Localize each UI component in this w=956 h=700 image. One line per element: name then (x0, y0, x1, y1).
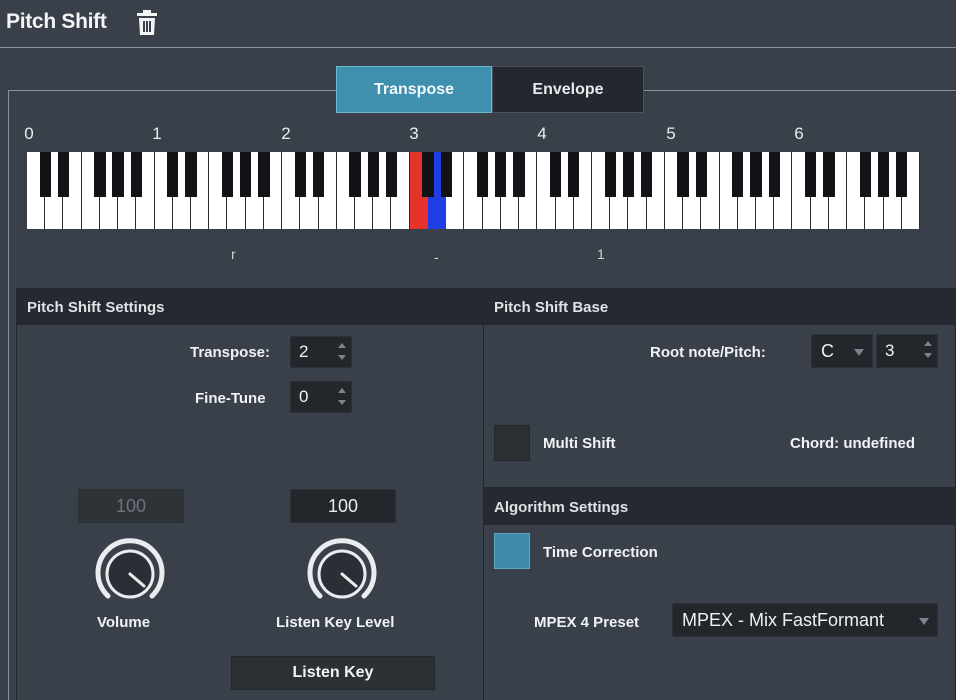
stepper-arrows-icon[interactable] (336, 386, 348, 410)
octave-label: 0 (24, 124, 34, 143)
root-note-value: C (821, 340, 834, 361)
piano-black-key[interactable] (805, 152, 817, 197)
transpose-label: Transpose: (190, 344, 271, 361)
time-correction-label: Time Correction (543, 544, 658, 561)
piano-black-key[interactable] (568, 152, 580, 197)
piano-black-key[interactable] (258, 152, 270, 197)
volume-label: Volume (97, 614, 151, 631)
multi-shift-label: Multi Shift (543, 435, 616, 452)
panel-title: Pitch Shift Base (484, 289, 955, 325)
root-octave-value: 3 (885, 341, 895, 360)
stepper-arrows-icon[interactable] (922, 339, 934, 363)
piano-black-key[interactable] (221, 152, 234, 197)
piano-black-key[interactable] (130, 152, 142, 197)
piano-black-key[interactable] (385, 152, 398, 197)
piano-black-key[interactable] (877, 152, 890, 197)
preset-label: MPEX 4 Preset (534, 614, 640, 631)
piano-black-key[interactable] (640, 152, 653, 197)
chevron-down-icon (919, 618, 929, 625)
piano-black-key[interactable] (823, 152, 835, 197)
title-bar: Pitch Shift (0, 0, 956, 48)
piano-black-key[interactable] (859, 152, 871, 197)
piano-black-key[interactable] (294, 152, 306, 197)
preset-select[interactable]: MPEX - Mix FastFormant (672, 603, 938, 637)
piano-black-key[interactable] (549, 152, 562, 197)
octave-label: 3 (409, 124, 419, 143)
piano-black-key[interactable] (94, 152, 106, 197)
tab-transpose[interactable]: Transpose (336, 66, 492, 113)
tab-envelope[interactable]: Envelope (492, 66, 644, 113)
piano-black-key[interactable] (349, 152, 361, 197)
range-mark-mid: - (434, 249, 439, 265)
octave-label: 6 (794, 124, 804, 143)
octave-label: 4 (537, 124, 547, 143)
piano-black-key[interactable] (57, 152, 70, 197)
piano-black-key[interactable] (768, 152, 780, 197)
trash-icon[interactable] (136, 10, 158, 36)
piano-black-key[interactable] (750, 152, 762, 197)
piano-black-key[interactable] (167, 152, 179, 197)
panel-title: Algorithm Settings (484, 489, 955, 525)
chevron-down-icon (854, 349, 864, 356)
multi-shift-checkbox[interactable] (494, 425, 530, 461)
listen-key-button[interactable]: Listen Key (231, 656, 435, 690)
finetune-stepper[interactable]: 0 (290, 381, 352, 413)
piano-black-key[interactable] (367, 152, 379, 197)
piano-black-key[interactable] (604, 152, 616, 197)
range-mark-low: r (231, 246, 236, 262)
piano-black-key[interactable] (896, 152, 908, 197)
root-octave-stepper[interactable]: 3 (876, 334, 938, 368)
root-note-select[interactable]: C (811, 334, 873, 368)
piano-black-key[interactable] (495, 152, 507, 197)
listen-level-label: Listen Key Level (276, 614, 395, 631)
transpose-stepper[interactable]: 2 (290, 336, 352, 368)
listen-level-value-field[interactable]: 100 (290, 489, 396, 523)
piano-black-key[interactable] (39, 152, 51, 197)
piano-black-key[interactable] (240, 152, 252, 197)
octave-label: 5 (666, 124, 676, 143)
volume-knob[interactable] (94, 538, 166, 610)
piano-black-key[interactable] (476, 152, 489, 197)
volume-value-field: 100 (78, 489, 184, 523)
finetune-value: 0 (299, 387, 309, 406)
page-title: Pitch Shift (6, 10, 107, 33)
transpose-value: 2 (299, 342, 309, 361)
piano-black-key[interactable] (440, 152, 452, 197)
time-correction-checkbox[interactable] (494, 533, 530, 569)
algorithm-settings-panel: Algorithm Settings (483, 488, 956, 700)
preset-value: MPEX - Mix FastFormant (682, 609, 885, 630)
range-mark-high: 1 (597, 246, 605, 262)
octave-label: 1 (152, 124, 162, 143)
piano-black-key[interactable] (695, 152, 707, 197)
finetune-label: Fine-Tune (195, 390, 266, 407)
piano-black-key[interactable] (312, 152, 325, 197)
tab-bar: Transpose Envelope (336, 66, 644, 113)
piano-black-key[interactable] (185, 152, 197, 197)
piano-black-key[interactable] (112, 152, 124, 197)
octave-labels: 0 1 2 3 4 5 6 (0, 124, 956, 146)
piano-black-key[interactable] (513, 152, 525, 197)
piano-black-key[interactable] (622, 152, 635, 197)
chord-status: Chord: undefined (790, 435, 915, 452)
piano-keyboard[interactable] (27, 152, 920, 229)
panel-title: Pitch Shift Settings (17, 289, 483, 325)
pitch-shift-base-panel: Pitch Shift Base (483, 288, 956, 488)
listen-level-knob[interactable] (306, 538, 378, 610)
stepper-arrows-icon[interactable] (336, 341, 348, 365)
octave-label: 2 (281, 124, 291, 143)
root-note-label: Root note/Pitch: (650, 344, 766, 361)
piano-black-key[interactable] (677, 152, 689, 197)
piano-black-key[interactable] (422, 152, 434, 197)
piano-black-key[interactable] (732, 152, 744, 197)
